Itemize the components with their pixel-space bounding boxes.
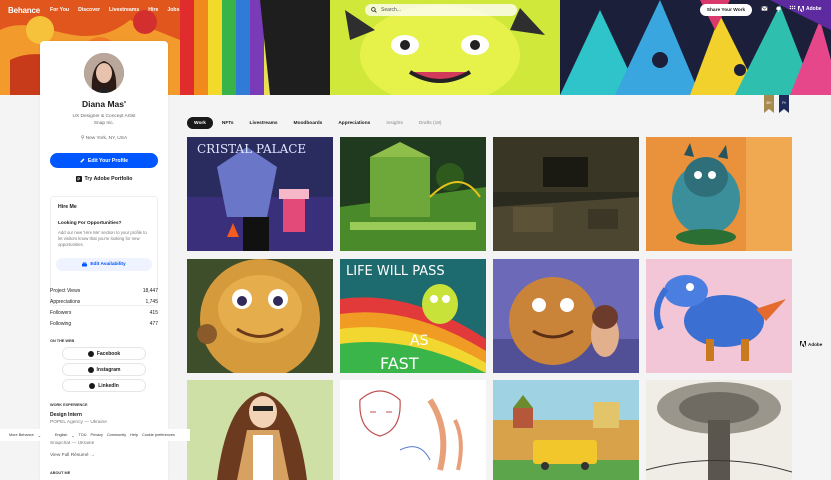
tab-drafts[interactable]: Drafts (18)	[412, 117, 449, 129]
adobe-logo-icon	[800, 341, 806, 347]
project-blue-dragon[interactable]	[646, 259, 792, 373]
facebook-icon	[87, 350, 94, 357]
instagram-label: Instagram	[96, 366, 121, 373]
edit-profile-label: Edit Your Profile	[87, 157, 129, 164]
badge-ribbon-label: Pr	[782, 101, 786, 105]
stat-label: Appreciations	[50, 299, 81, 305]
linkedin-label: LinkedIn	[98, 382, 119, 389]
location-text: New York, NY, USA	[85, 136, 128, 141]
nav-link-for-you[interactable]: For You	[50, 7, 69, 13]
stat-label: Following	[50, 321, 72, 327]
profile-card: Diana Mas' UX Designer & Concept Artist …	[40, 41, 168, 480]
badge-ribbon-30: 30+	[764, 95, 774, 113]
hire-me-question: Looking For Opportunities?	[58, 221, 122, 226]
stat-value: 18,447	[142, 288, 158, 294]
edit-availability-label: Edit Availability	[90, 262, 126, 267]
stat-value: 477	[149, 321, 158, 327]
tile-text-top: LIFE WILL PASS	[346, 264, 445, 279]
tab-work[interactable]: Work	[187, 117, 213, 129]
briefcase-icon	[82, 262, 88, 267]
nav-link-discover[interactable]: Discover	[78, 7, 100, 13]
project-green-garden[interactable]	[340, 137, 486, 251]
try-adobe-portfolio-button[interactable]: P Try Adobe Portfolio	[50, 172, 158, 185]
nav-link-jobs[interactable]: Jobs	[167, 7, 179, 13]
edit-availability-button[interactable]: Edit Availability	[56, 258, 152, 271]
edit-profile-button[interactable]: Edit Your Profile	[50, 153, 158, 168]
badge-ribbon-label: 30+	[765, 101, 773, 105]
instagram-link[interactable]: Instagram	[62, 363, 146, 376]
svg-text:P: P	[77, 176, 80, 181]
footer-help[interactable]: Help	[130, 433, 138, 437]
top-navigation: Behance For You Discover Livestreams Hir…	[0, 0, 831, 20]
stat-label: Followers	[50, 310, 72, 316]
footer-privacy[interactable]: Privacy	[90, 433, 102, 437]
job-title: Design Intern	[50, 412, 82, 418]
stat-following[interactable]: Following 477	[50, 321, 158, 327]
footer-community[interactable]: Community	[107, 433, 126, 437]
stat-value: 415	[149, 310, 158, 316]
stat-appreciations: Appreciations 1,745	[50, 299, 158, 305]
nav-link-livestreams[interactable]: Livestreams	[109, 7, 139, 13]
try-adobe-portfolio-label: Try Adobe Portfolio	[84, 175, 133, 182]
portfolio-icon: P	[75, 175, 82, 182]
tab-insights[interactable]: Insights	[379, 117, 410, 129]
chevron-down-icon: ⌄	[71, 433, 75, 438]
footer-tou[interactable]: TOU	[79, 433, 87, 437]
project-ink-tree[interactable]	[646, 380, 792, 480]
tab-moodboards[interactable]: Moodboards	[287, 117, 330, 129]
project-sketch-girl[interactable]	[340, 380, 486, 480]
project-monster-and-girl[interactable]	[493, 259, 639, 373]
footer-bar: More Behance ⌄ English ⌄ TOU Privacy Commu…	[0, 429, 190, 441]
avatar[interactable]	[84, 53, 124, 93]
tab-nfts[interactable]: NFTs	[215, 117, 241, 129]
stat-label: Project Views	[50, 288, 81, 294]
tab-appreciations[interactable]: Appreciations	[331, 117, 377, 129]
linkedin-icon	[89, 382, 96, 389]
chevron-down-icon: ⌄	[37, 433, 41, 438]
stat-project-views: Project Views 18,447	[50, 288, 158, 294]
project-lady-coat[interactable]	[187, 380, 333, 480]
facebook-label: Facebook	[96, 350, 121, 357]
tile-text-bottom: FAST	[380, 354, 419, 373]
profile-name: Diana Mas'	[81, 99, 127, 109]
linkedin-link[interactable]: LinkedIn	[62, 379, 146, 392]
hire-me-title: Hire Me	[58, 204, 77, 210]
nav-link-hire[interactable]: Hire	[148, 7, 158, 13]
stat-followers[interactable]: Followers 415	[50, 310, 158, 316]
work-experience-heading: WORK EXPERIENCE	[50, 403, 88, 407]
hire-me-description: Add our new 'Hire Me' section to your pr…	[58, 230, 147, 248]
tile-text: CRISTAL PALACE	[197, 142, 306, 156]
arrow-right-icon: →	[89, 453, 95, 458]
view-full-resume-link[interactable]: View Full Résumé →	[50, 453, 95, 458]
footer-cookie-preferences[interactable]: Cookie preferences	[142, 433, 175, 437]
behance-logo[interactable]: Behance	[8, 6, 40, 15]
project-bus-town[interactable]	[493, 380, 639, 480]
stat-value: 1,745	[145, 299, 158, 305]
pencil-icon	[80, 158, 85, 163]
adobe-badge-label: Adobe	[808, 341, 823, 347]
job2-company: Snapchat — Ukraine	[50, 441, 95, 446]
tile-text-mid: AS	[410, 333, 429, 349]
on-the-web-heading: ON THE WEB	[50, 339, 75, 343]
project-life-will-pass[interactable]: LIFE WILL PASS AS FAST	[340, 259, 486, 373]
footer-language[interactable]: English	[55, 433, 67, 437]
footer-more-behance[interactable]: More Behance	[9, 433, 34, 437]
project-dark-interior[interactable]	[493, 137, 639, 251]
profile-location: ⚲ New York, NY, USA	[40, 136, 168, 141]
nav-links: For You Discover Livestreams Hire Jobs	[50, 7, 180, 13]
about-me-heading: ABOUT ME	[50, 471, 71, 475]
profile-title: UX Designer & Concept Artist	[72, 114, 136, 119]
job-company: POPEL Agency — Ukraine	[50, 420, 107, 425]
profile-tabs: Work NFTs Livestreams Moodboards Appreci…	[187, 117, 451, 129]
instagram-icon	[87, 366, 94, 373]
profile-company[interactable]: Snap Inc.	[40, 121, 168, 126]
facebook-link[interactable]: Facebook	[62, 347, 146, 360]
project-crystal-palace[interactable]: CRISTAL PALACE	[187, 137, 333, 251]
project-blue-creature[interactable]	[646, 137, 792, 251]
view-full-resume-label: View Full Résumé	[50, 453, 89, 458]
badge-ribbon-pr: Pr	[779, 95, 789, 113]
tab-livestreams[interactable]: Livestreams	[243, 117, 285, 129]
adobe-badge[interactable]: Adobe	[800, 341, 822, 347]
project-yellow-monster[interactable]	[187, 259, 333, 373]
